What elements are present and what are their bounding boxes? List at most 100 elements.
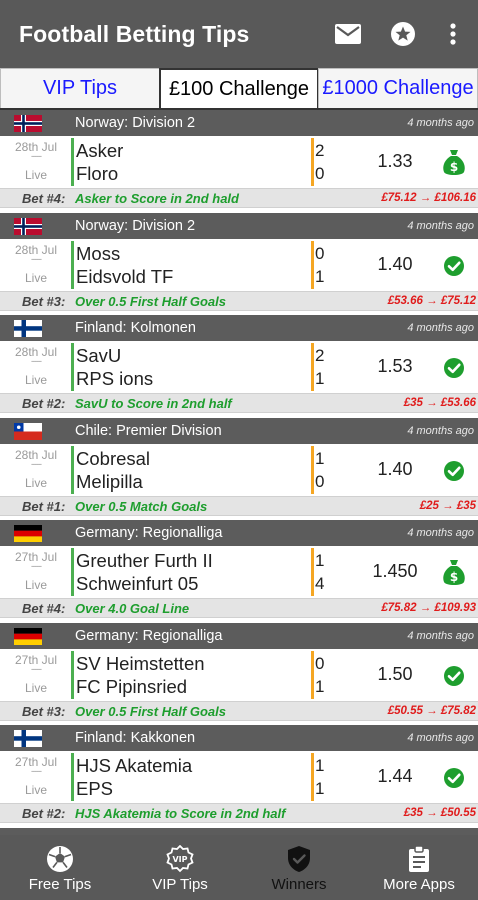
- date-divider: -----: [31, 151, 42, 161]
- vip-badge-icon: VIP: [166, 844, 194, 873]
- league-name: Norway: Division 2: [75, 115, 196, 131]
- match-body: 28th Jul ----- Live Cobresal Melipilla 1…: [0, 443, 478, 496]
- separator: [71, 445, 74, 494]
- match-date-column: 28th Jul ----- Live: [0, 136, 72, 188]
- match-body: 28th Jul ----- Live SavU RPS ions 2 1 1.…: [0, 341, 478, 393]
- home-team: Moss: [76, 242, 121, 264]
- match-card[interactable]: Finland: Kolmonen 4 months ago 28th Jul …: [0, 315, 478, 418]
- tab-100-challenge[interactable]: £100 Challenge: [159, 68, 319, 108]
- separator: [71, 753, 74, 801]
- time-ago: 4 months ago: [407, 629, 474, 642]
- bet-money: £35 → £50.55: [403, 807, 476, 819]
- norway-flag-icon: [14, 115, 42, 132]
- tab-1000-challenge[interactable]: £1000 Challenge: [318, 68, 478, 108]
- bet-number: Bet #2:: [22, 396, 66, 411]
- separator: [311, 240, 314, 289]
- nav-vip-tips[interactable]: VIP VIP Tips: [125, 835, 235, 900]
- match-status: Live: [24, 578, 47, 592]
- separator: [71, 650, 74, 699]
- league-header: Norway: Division 2 4 months ago: [0, 212, 478, 239]
- date-divider: -----: [31, 253, 42, 264]
- bet-row: Bet #3: Over 0.5 First Half Goals £53.66…: [0, 290, 478, 311]
- chile-flag-icon: [14, 422, 42, 440]
- home-team: SV Heimstetten: [76, 652, 205, 674]
- check-circle-icon: [442, 252, 466, 280]
- nav-label: More Apps: [383, 876, 455, 893]
- match-card[interactable]: Norway: Division 2 4 months ago 28th Jul…: [0, 212, 478, 316]
- match-status: Live: [24, 783, 47, 797]
- nav-more-apps[interactable]: More Apps: [364, 835, 474, 900]
- nav-label: VIP Tips: [152, 876, 208, 893]
- more-vert-icon[interactable]: [439, 20, 467, 48]
- match-status: Live: [24, 168, 47, 182]
- soccer-ball-icon: [46, 845, 74, 873]
- money-bag-icon: $: [442, 559, 466, 587]
- match-card[interactable]: Finland: Kakkonen 4 months ago 27th Jul …: [0, 725, 478, 828]
- tab-vip-tips[interactable]: VIP Tips: [0, 68, 160, 108]
- bet-tip: Over 4.0 Goal Line: [75, 601, 190, 616]
- nav-free-tips[interactable]: Free Tips: [5, 835, 115, 900]
- odds-value: 1.450: [372, 561, 418, 581]
- home-score: 2: [315, 346, 325, 365]
- check-circle-icon: [442, 662, 466, 690]
- separator: [311, 445, 314, 494]
- match-body: 28th Jul ----- Live Moss Eidsvold TF 0 1…: [0, 238, 478, 291]
- bet-number: Bet #4:: [22, 601, 66, 616]
- date-divider: -----: [31, 663, 42, 674]
- match-list[interactable]: Norway: Division 2 4 months ago 28th Jul…: [0, 110, 478, 835]
- match-body: 27th Jul ----- Live Greuther Furth II Sc…: [0, 546, 478, 598]
- mail-icon[interactable]: [334, 20, 362, 48]
- away-score: 0: [315, 164, 325, 183]
- bet-row: Bet #4: Asker to Score in 2nd hald £75.1…: [0, 188, 478, 208]
- away-score: 4: [315, 574, 325, 593]
- home-score: 1: [315, 448, 325, 468]
- league-name: Germany: Regionalliga: [75, 525, 223, 541]
- odds-value: 1.40: [377, 253, 413, 274]
- league-name: Germany: Regionalliga: [75, 627, 223, 644]
- league-name: Chile: Premier Division: [75, 422, 222, 439]
- match-status: Live: [24, 680, 47, 695]
- bet-row: Bet #4: Over 4.0 Goal Line £75.82 → £109…: [0, 598, 478, 618]
- away-team: FC Pipinsried: [76, 675, 188, 697]
- odds-value: 1.50: [377, 663, 413, 684]
- app-root: Football Betting Tips VIP Tips £100 Chal…: [0, 0, 478, 900]
- league-header: Finland: Kolmonen 4 months ago: [0, 315, 478, 341]
- separator: [311, 138, 314, 186]
- match-status: Live: [24, 373, 47, 387]
- match-card[interactable]: Germany: Regionalliga 4 months ago 27th …: [0, 622, 478, 726]
- match-card[interactable]: Chile: Premier Division 4 months ago 28t…: [0, 417, 478, 521]
- separator: [311, 343, 314, 391]
- away-team: Schweinfurt 05: [76, 573, 199, 594]
- bet-row: Bet #3: Over 0.5 First Half Goals £50.55…: [0, 700, 478, 721]
- league-name: Finland: Kakkonen: [75, 730, 196, 746]
- separator: [311, 548, 314, 596]
- away-team: Melipilla: [76, 470, 143, 492]
- nav-winners[interactable]: Winners: [244, 835, 354, 900]
- date-divider: -----: [31, 458, 42, 469]
- date-divider: -----: [31, 356, 42, 366]
- bet-row: Bet #2: HJS Akatemia to Score in 2nd hal…: [0, 803, 478, 823]
- star-icon[interactable]: [389, 20, 417, 48]
- league-header: Finland: Kakkonen 4 months ago: [0, 725, 478, 751]
- match-card[interactable]: Germany: Regionalliga 4 months ago 27th …: [0, 520, 478, 623]
- league-name: Norway: Division 2: [75, 217, 196, 234]
- separator: [71, 138, 74, 186]
- league-header: Germany: Regionalliga 4 months ago: [0, 520, 478, 546]
- bet-number: Bet #3:: [22, 293, 66, 309]
- bet-number: Bet #3:: [22, 703, 66, 719]
- time-ago: 4 months ago: [407, 219, 474, 232]
- away-team: RPS ions: [76, 368, 154, 389]
- match-card[interactable]: Norway: Division 2 4 months ago 28th Jul…: [0, 110, 478, 213]
- away-score: 1: [315, 676, 325, 696]
- bet-money: £25 → £35: [419, 499, 476, 512]
- match-body: 28th Jul ----- Live Asker Floro 2 0 1.33…: [0, 136, 478, 188]
- bet-money: £75.12 → £106.16: [381, 192, 476, 204]
- finland-flag-icon: [14, 730, 42, 747]
- home-score: 0: [315, 653, 325, 673]
- bet-tip: Over 0.5 Match Goals: [75, 498, 208, 514]
- match-body: 27th Jul ----- Live SV Heimstetten FC Pi…: [0, 648, 478, 701]
- time-ago: 4 months ago: [407, 322, 474, 334]
- odds-value: 1.53: [377, 356, 413, 376]
- germany-flag-icon: [14, 525, 42, 542]
- odds-value: 1.40: [377, 458, 413, 479]
